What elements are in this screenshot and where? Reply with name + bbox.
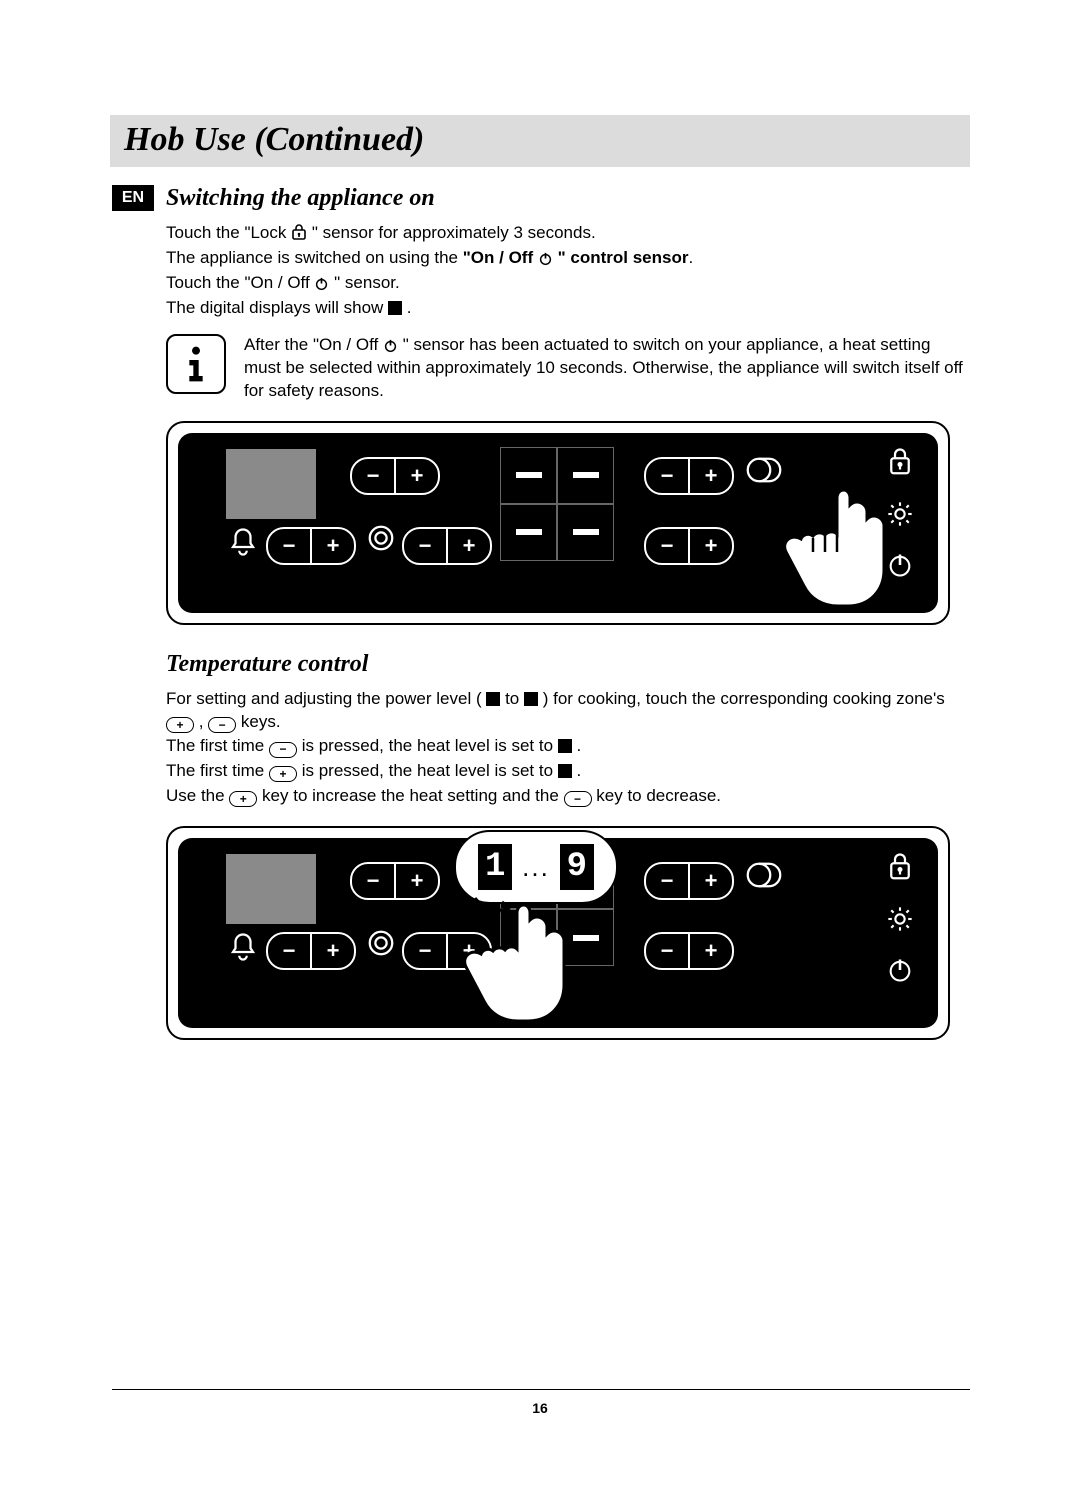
text: The appliance is switched on using the xyxy=(166,248,463,267)
minus-plus-control[interactable]: −+ xyxy=(266,932,356,970)
section-temperature: Temperature control For setting and adju… xyxy=(166,651,970,809)
text: key to increase the heat setting and the xyxy=(262,786,563,805)
plus-key-icon: + xyxy=(269,766,297,782)
level-range-callout: 1 ... 9 xyxy=(454,830,618,904)
page-title: Hob Use (Continued) xyxy=(124,121,956,159)
text: . xyxy=(577,761,582,780)
text: . xyxy=(577,736,582,755)
plus-key-icon: + xyxy=(229,791,257,807)
heading-switching: Switching the appliance on xyxy=(166,185,970,212)
heading-temperature: Temperature control xyxy=(166,651,970,678)
info-icon xyxy=(166,334,226,394)
text: The first time xyxy=(166,736,269,755)
text: to xyxy=(505,689,524,708)
language-badge: EN xyxy=(112,185,154,211)
panel-display-blank xyxy=(226,854,316,924)
lock-icon[interactable] xyxy=(887,447,913,482)
dual-zone-icon[interactable] xyxy=(366,523,396,558)
display-block-icon xyxy=(486,692,500,706)
temperature-body: For setting and adjusting the power leve… xyxy=(166,688,970,809)
minus-key-icon: − xyxy=(208,717,236,733)
minus-key-icon: − xyxy=(564,791,592,807)
section-switching-on: Switching the appliance on Touch the "Lo… xyxy=(166,185,970,403)
text: ) for cooking, touch the corresponding c… xyxy=(543,689,945,708)
display-block-icon xyxy=(524,692,538,706)
title-bar: Hob Use (Continued) xyxy=(110,115,970,167)
control-panel-figure-1: −+ −+ −+ −+ −+ xyxy=(166,421,950,625)
info-text: After the "On / Off " sensor has been ac… xyxy=(244,334,970,403)
minus-plus-control[interactable]: −+ xyxy=(644,457,734,495)
text: " sensor for approximately 3 seconds. xyxy=(312,223,596,242)
page-number: 16 xyxy=(0,1400,1080,1416)
text: . xyxy=(688,248,693,267)
dual-zone-icon[interactable] xyxy=(366,928,396,963)
text: keys. xyxy=(241,712,281,731)
text: " sensor. xyxy=(334,273,400,292)
minus-plus-control[interactable]: −+ xyxy=(644,862,734,900)
text: After the "On / Off xyxy=(244,335,383,354)
power-icon xyxy=(383,338,398,353)
text: Touch the "On / Off xyxy=(166,273,314,292)
oval-zone-icon[interactable] xyxy=(744,860,784,895)
panel-display-blank xyxy=(226,449,316,519)
text: key to decrease. xyxy=(596,786,721,805)
lock-icon xyxy=(291,223,307,241)
keep-warm-icon[interactable] xyxy=(886,905,914,938)
control-panel-figure-2: −+ −+ −+ −+ −+ xyxy=(166,826,950,1040)
display-block-icon xyxy=(388,301,402,315)
timer-bell-icon[interactable] xyxy=(228,525,258,564)
info-callout: After the "On / Off " sensor has been ac… xyxy=(166,334,970,403)
text: " control sensor xyxy=(558,248,689,267)
power-icon[interactable] xyxy=(886,956,914,989)
callout-digit-low: 1 xyxy=(478,844,512,890)
text: is pressed, the heat level is set to xyxy=(302,761,558,780)
display-block-icon xyxy=(558,739,572,753)
text: is pressed, the heat level is set to xyxy=(302,736,558,755)
minus-plus-control[interactable]: −+ xyxy=(402,527,492,565)
digital-display xyxy=(500,447,614,561)
switching-body: Touch the "Lock " sensor for approximate… xyxy=(166,222,970,320)
text: The digital displays will show xyxy=(166,298,388,317)
power-icon xyxy=(538,251,553,266)
display-block-icon xyxy=(558,764,572,778)
timer-bell-icon[interactable] xyxy=(228,930,258,969)
minus-plus-control[interactable]: −+ xyxy=(266,527,356,565)
text: "On / Off xyxy=(463,248,538,267)
plus-key-icon: + xyxy=(166,717,194,733)
text: , xyxy=(199,712,208,731)
text: Use the xyxy=(166,786,229,805)
footer-divider xyxy=(112,1389,970,1390)
minus-plus-control[interactable]: −+ xyxy=(350,457,440,495)
power-icon xyxy=(314,276,329,291)
minus-plus-control[interactable]: −+ xyxy=(644,527,734,565)
minus-plus-control[interactable]: −+ xyxy=(350,862,440,900)
text: . xyxy=(407,298,412,317)
callout-ellipsis: ... xyxy=(522,852,550,883)
lock-icon[interactable] xyxy=(887,852,913,887)
minus-key-icon: − xyxy=(269,742,297,758)
hand-illustration xyxy=(458,897,598,1032)
text: For setting and adjusting the power leve… xyxy=(166,689,486,708)
text: Touch the "Lock xyxy=(166,223,291,242)
minus-plus-control[interactable]: −+ xyxy=(644,932,734,970)
callout-digit-high: 9 xyxy=(560,844,594,890)
text: The first time xyxy=(166,761,269,780)
hand-illustration xyxy=(758,482,898,617)
callout-arrow-icon xyxy=(470,896,520,916)
